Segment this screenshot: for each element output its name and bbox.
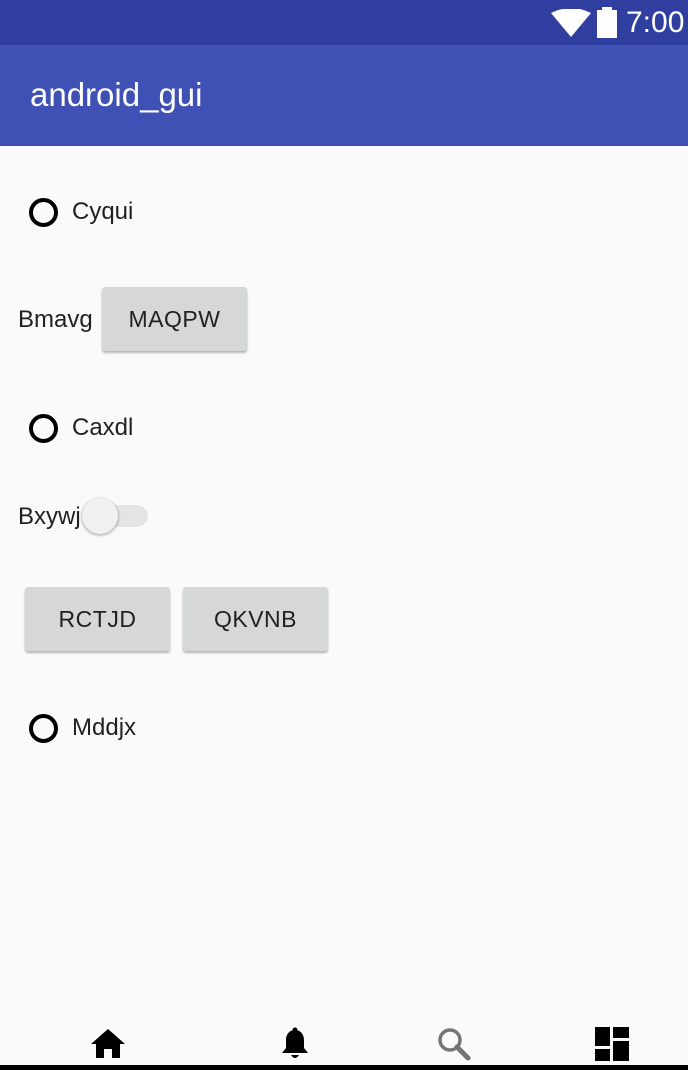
radio-circle-icon[interactable]	[29, 413, 58, 443]
bottom-navigation	[0, 1014, 688, 1070]
search-icon[interactable]	[437, 1027, 471, 1061]
qkvnb-button[interactable]: QKVNB	[183, 587, 328, 651]
status-clock: 7:00	[626, 6, 685, 39]
notifications-bell-icon[interactable]	[279, 1027, 311, 1063]
bmavg-label: Bmavg	[18, 306, 93, 333]
dashboard-icon[interactable]	[595, 1027, 629, 1061]
screen-bottom-edge	[0, 1065, 688, 1070]
rctjd-button[interactable]: RCTJD	[25, 587, 170, 651]
switch-thumb[interactable]	[82, 498, 118, 534]
radio-cyqui[interactable]: Cyqui	[27, 192, 133, 232]
wifi-icon	[551, 9, 591, 37]
radio-label: Mddjx	[72, 714, 137, 741]
radio-circle-icon[interactable]	[29, 713, 58, 743]
radio-caxdl[interactable]: Caxdl	[27, 408, 133, 448]
maqpw-button[interactable]: MAQPW	[102, 287, 247, 351]
app-title: android_gui	[30, 76, 203, 113]
app-bar: android_gui	[0, 45, 688, 146]
battery-icon	[597, 7, 617, 38]
radio-mddjx[interactable]: Mddjx	[27, 708, 136, 748]
home-icon[interactable]	[90, 1027, 126, 1061]
status-bar: 7:00	[0, 0, 688, 45]
radio-label: Caxdl	[72, 414, 134, 441]
radio-circle-icon[interactable]	[29, 197, 58, 227]
radio-label: Cyqui	[72, 198, 134, 225]
bxywj-switch[interactable]	[82, 498, 150, 536]
bxywj-label: Bxywj	[18, 503, 81, 530]
